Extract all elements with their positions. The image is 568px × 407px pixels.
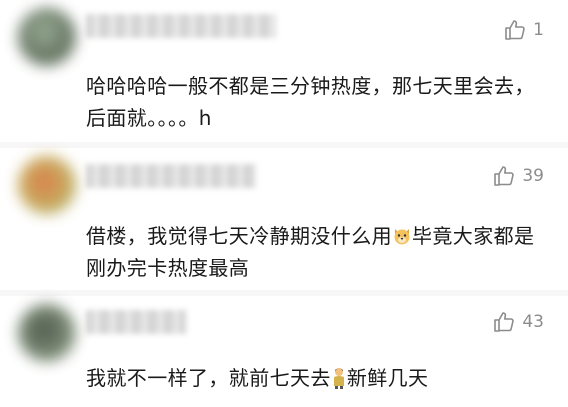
avatar[interactable] (18, 304, 76, 362)
like-button[interactable]: 39 (492, 164, 544, 188)
comment-item: 39 借楼，我觉得七天冷静期没什么用 毕竟大家都是刚办完卡热度最高 (0, 148, 568, 290)
person-emoji (333, 368, 344, 389)
username-blurred[interactable] (86, 14, 276, 38)
avatar[interactable] (18, 8, 76, 66)
thumbs-up-icon (494, 166, 515, 186)
dog-face-emoji (394, 229, 410, 245)
comment-list: 1 哈哈哈哈一般不都是三分钟热度，那七天里会去，后面就。。。。h 39 借楼，我… (0, 0, 568, 407)
username-blurred[interactable] (86, 310, 186, 334)
thumbs-up-icon (494, 312, 515, 332)
comment-item: 43 我就不一样了，就前七天去 新鲜几天 (0, 296, 568, 407)
like-button[interactable]: 1 (503, 18, 544, 42)
like-button[interactable]: 43 (492, 310, 544, 334)
avatar[interactable] (18, 156, 76, 214)
comment-item: 1 哈哈哈哈一般不都是三分钟热度，那七天里会去，后面就。。。。h (0, 0, 568, 142)
comment-text-part: 新鲜几天 (346, 366, 429, 390)
thumbs-up-icon (505, 20, 525, 40)
comment-text-part: 借楼，我觉得七天冷静期没什么用 (86, 224, 392, 248)
comment-text: 借楼，我觉得七天冷静期没什么用 毕竟大家都是刚办完卡热度最高 (86, 220, 546, 284)
like-count: 43 (522, 312, 544, 332)
like-count: 1 (533, 20, 544, 40)
like-count: 39 (522, 166, 544, 186)
comment-text-part: 我就不一样了，就前七天去 (86, 366, 331, 390)
comment-text: 我就不一样了，就前七天去 新鲜几天 (86, 362, 546, 394)
comment-text: 哈哈哈哈一般不都是三分钟热度，那七天里会去，后面就。。。。h (86, 74, 535, 130)
username-blurred[interactable] (86, 164, 256, 188)
